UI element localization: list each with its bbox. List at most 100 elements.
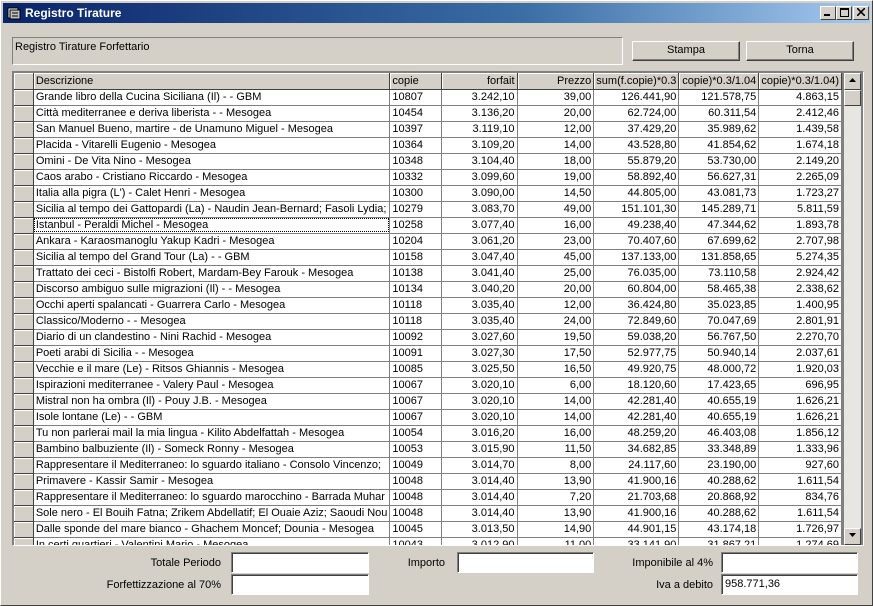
row-selector[interactable] [14, 457, 34, 474]
cell-prezzo[interactable]: 14,00 [517, 409, 595, 426]
row-selector[interactable] [14, 329, 34, 346]
table-row[interactable]: Ankara - Karaosmanoglu Yakup Kadri - Mes… [14, 233, 842, 250]
cell-copie[interactable]: 10332 [389, 169, 442, 186]
cell-forfait[interactable]: 3.099,60 [441, 169, 518, 186]
cell-copie[interactable]: 10048 [389, 473, 442, 490]
table-row[interactable]: Bambino balbuziente (Il) - Someck Ronny … [14, 441, 842, 458]
cell-prezzo[interactable]: 14,00 [517, 137, 595, 154]
row-selector[interactable] [14, 489, 34, 506]
cell-prezzo[interactable]: 12,00 [517, 121, 595, 138]
cell-copie[interactable]: 10085 [389, 361, 442, 378]
cell-copie[interactable]: 10134 [389, 281, 442, 298]
cell-imponibile[interactable]: 121.578,75 [678, 89, 760, 106]
cell-copie[interactable]: 10045 [389, 521, 442, 538]
cell-descrizione[interactable]: In certi quartieri - Valentini Mario - M… [33, 537, 391, 545]
cell-prezzo[interactable]: 19,00 [517, 169, 595, 186]
cell-descrizione[interactable]: San Manuel Bueno, martire - de Unamuno M… [33, 121, 391, 138]
back-button[interactable]: Torna [746, 41, 854, 61]
cell-forfait[interactable]: 3.047,40 [441, 249, 518, 266]
cell-iva[interactable]: 696,95 [758, 377, 842, 394]
table-row[interactable]: Discorso ambiguo sulle migrazioni (Il) -… [14, 281, 842, 298]
cell-imponibile[interactable]: 23.190,00 [678, 457, 760, 474]
cell-iva[interactable]: 1.626,21 [758, 393, 842, 410]
cell-iva[interactable]: 1.726,97 [758, 521, 842, 538]
cell-forfait[interactable]: 3.136,20 [441, 105, 518, 122]
cell-copie[interactable]: 10364 [389, 137, 442, 154]
cell-forfait[interactable]: 3.090,00 [441, 185, 518, 202]
col-header-forfait[interactable]: forfait [441, 73, 518, 90]
cell-prezzo[interactable]: 7,20 [517, 489, 595, 506]
cell-descrizione[interactable]: Sole nero - El Bouih Fatna; Zrikem Abdel… [33, 505, 391, 522]
cell-forfait[interactable]: 3.025,50 [441, 361, 518, 378]
print-button[interactable]: Stampa [632, 41, 740, 61]
cell-iva[interactable]: 1.856,12 [758, 425, 842, 442]
cell-prezzo[interactable]: 45,00 [517, 249, 595, 266]
cell-prezzo[interactable]: 6,00 [517, 377, 595, 394]
cell-iva[interactable]: 2.924,42 [758, 265, 842, 282]
cell-forfait[interactable]: 3.013,50 [441, 521, 518, 538]
cell-prezzo[interactable]: 20,00 [517, 281, 595, 298]
cell-sum[interactable]: 62.724,00 [593, 105, 680, 122]
row-selector[interactable] [14, 217, 34, 234]
cell-sum[interactable]: 126.441,90 [593, 89, 680, 106]
row-selector[interactable] [14, 393, 34, 410]
totale-periodo-field[interactable] [231, 552, 369, 573]
row-selector[interactable] [14, 313, 34, 330]
title-bar[interactable]: Registro Tirature [3, 3, 870, 23]
cell-iva[interactable]: 834,76 [758, 489, 842, 506]
cell-descrizione[interactable]: Rappresentare il Mediterraneo: lo sguard… [33, 489, 391, 506]
cell-descrizione[interactable]: Caos arabo - Cristiano Riccardo - Mesoge… [33, 169, 391, 186]
cell-sum[interactable]: 137.133,00 [593, 249, 680, 266]
col-header-copie[interactable]: copie [389, 73, 442, 90]
cell-descrizione[interactable]: Omini - De Vita Nino - Mesogea [33, 153, 391, 170]
cell-imponibile[interactable]: 70.047,69 [678, 313, 760, 330]
cell-copie[interactable]: 10158 [389, 249, 442, 266]
cell-forfait[interactable]: 3.020,10 [441, 377, 518, 394]
scroll-up-button[interactable] [844, 73, 861, 90]
cell-descrizione[interactable]: Rappresentare il Mediterraneo: lo sguard… [33, 457, 391, 474]
cell-imponibile[interactable]: 48.000,72 [678, 361, 760, 378]
row-selector[interactable] [14, 153, 34, 170]
vertical-scrollbar[interactable] [844, 73, 861, 545]
cell-copie[interactable]: 10048 [389, 489, 442, 506]
row-selector[interactable] [14, 249, 34, 266]
cell-descrizione[interactable]: Dalle sponde del mare bianco - Ghachem M… [33, 521, 391, 538]
cell-imponibile[interactable]: 46.403,08 [678, 425, 760, 442]
imponibile-field[interactable] [721, 552, 858, 573]
cell-imponibile[interactable]: 56.627,31 [678, 169, 760, 186]
cell-imponibile[interactable]: 47.344,62 [678, 217, 760, 234]
cell-imponibile[interactable]: 43.174,18 [678, 521, 760, 538]
cell-iva[interactable]: 1.626,21 [758, 409, 842, 426]
cell-iva[interactable]: 1.893,78 [758, 217, 842, 234]
cell-forfait[interactable]: 3.077,40 [441, 217, 518, 234]
cell-imponibile[interactable]: 35.023,85 [678, 297, 760, 314]
cell-prezzo[interactable]: 14,00 [517, 393, 595, 410]
cell-copie[interactable]: 10348 [389, 153, 442, 170]
cell-imponibile[interactable]: 40.288,62 [678, 505, 760, 522]
cell-forfait[interactable]: 3.104,40 [441, 153, 518, 170]
cell-iva[interactable]: 1.611,54 [758, 473, 842, 490]
cell-sum[interactable]: 60.804,00 [593, 281, 680, 298]
cell-sum[interactable]: 41.900,16 [593, 505, 680, 522]
cell-sum[interactable]: 21.703,68 [593, 489, 680, 506]
row-selector[interactable] [14, 425, 34, 442]
cell-imponibile[interactable]: 67.699,62 [678, 233, 760, 250]
cell-iva[interactable]: 1.439,58 [758, 121, 842, 138]
cell-iva[interactable]: 2.149,20 [758, 153, 842, 170]
cell-copie[interactable]: 10279 [389, 201, 442, 218]
row-selector[interactable] [14, 89, 34, 106]
row-selector[interactable] [14, 297, 34, 314]
cell-descrizione[interactable]: Tu non parlerai mail la mia lingua - Kil… [33, 425, 391, 442]
cell-sum[interactable]: 42.281,40 [593, 409, 680, 426]
data-grid[interactable]: Descrizione copie forfait Prezzo sum(f.c… [12, 71, 864, 546]
table-row[interactable]: Isole lontane (Le) - - GBM 10067 3.020,10 1… [14, 409, 842, 426]
cell-prezzo[interactable]: 17,50 [517, 345, 595, 362]
cell-iva[interactable]: 2.801,91 [758, 313, 842, 330]
scroll-thumb[interactable] [844, 90, 861, 106]
row-selector[interactable] [14, 537, 34, 545]
cell-copie[interactable]: 10053 [389, 441, 442, 458]
cell-descrizione[interactable]: Occhi aperti spalancati - Guarrera Carlo… [33, 297, 391, 314]
cell-descrizione[interactable]: Bambino balbuziente (Il) - Someck Ronny … [33, 441, 391, 458]
cell-forfait[interactable]: 3.109,20 [441, 137, 518, 154]
cell-prezzo[interactable]: 11,50 [517, 441, 595, 458]
